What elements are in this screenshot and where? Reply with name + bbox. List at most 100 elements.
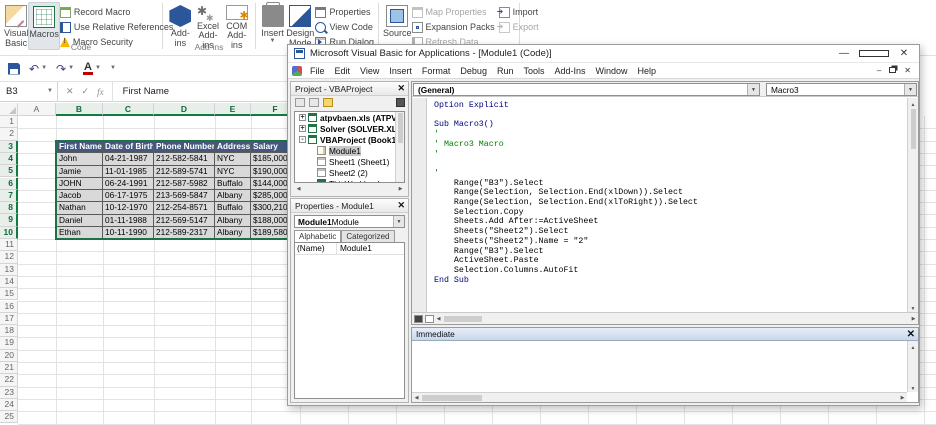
select-all-corner[interactable] [0, 103, 18, 116]
full-module-view-button[interactable] [425, 315, 434, 323]
table-cell[interactable]: NYC [215, 166, 251, 178]
row-header-7[interactable]: 7 [0, 190, 18, 202]
row-header-22[interactable]: 22 [0, 374, 18, 386]
project-tree-item[interactable]: Sheet2 (2) [295, 167, 404, 178]
table-header-cell[interactable]: Address [215, 141, 251, 153]
properties-button[interactable]: Properties [315, 6, 374, 18]
name-box[interactable]: B3 ▼ [0, 82, 58, 102]
menu-addins[interactable]: Add-Ins [549, 66, 590, 76]
project-tree-item[interactable]: Sheet1 (Sheet1) [295, 156, 404, 167]
close-button[interactable]: ✕ [889, 45, 919, 63]
row-header-9[interactable]: 9 [0, 214, 18, 226]
code-vscrollbar[interactable]: ▲ ▼ [907, 98, 918, 312]
row-header-11[interactable]: 11 [0, 239, 18, 251]
row-header-16[interactable]: 16 [0, 301, 18, 313]
close-icon[interactable]: ✕ [397, 200, 405, 211]
menu-debug[interactable]: Debug [455, 66, 492, 76]
row-header-8[interactable]: 8 [0, 202, 18, 214]
table-cell[interactable]: 06-24-1991 [103, 178, 154, 190]
table-cell[interactable]: 11-01-1985 [103, 166, 154, 178]
tree-expander-icon[interactable]: + [299, 114, 306, 121]
hscroll-thumb[interactable] [422, 395, 482, 401]
scroll-right-icon[interactable]: ▶ [898, 395, 907, 401]
table-header-cell[interactable]: Phone Number [154, 141, 215, 153]
table-cell[interactable]: NYC [215, 153, 251, 165]
minimize-button[interactable]: — [829, 45, 859, 63]
row-header-23[interactable]: 23 [0, 387, 18, 399]
design-mode-button[interactable]: Design Mode [285, 2, 315, 50]
table-header-cell[interactable]: First Name [56, 141, 103, 153]
table-cell[interactable]: 06-17-1975 [103, 190, 154, 202]
table-cell[interactable]: Nathan [56, 202, 103, 214]
table-cell[interactable]: Albany [215, 190, 251, 202]
scroll-right-icon[interactable]: ▶ [396, 186, 405, 192]
row-header-24[interactable]: 24 [0, 399, 18, 411]
table-cell[interactable]: Jacob [56, 190, 103, 202]
mdi-close-button[interactable]: ✕ [904, 66, 911, 75]
properties-panel-header[interactable]: Properties - Module1 ✕ [291, 199, 408, 213]
use-relative-references-button[interactable]: Use Relative References [60, 21, 174, 33]
view-code-button[interactable]: View Code [315, 21, 374, 33]
project-tree-item[interactable]: +atpvbaen.xls (ATPVBAEN [295, 112, 404, 123]
map-properties-button[interactable]: Map Properties [412, 6, 495, 18]
import-button[interactable]: Import [499, 6, 539, 18]
procedure-dropdown[interactable]: Macro3 ▼ [766, 83, 917, 96]
insert-control-button[interactable]: Insert ▼ [260, 2, 285, 50]
scroll-left-icon[interactable]: ◀ [434, 316, 443, 322]
immediate-hscrollbar[interactable]: ◀ ▶ [412, 392, 907, 402]
confirm-entry-icon[interactable]: ✓ [82, 86, 90, 97]
save-button[interactable] [8, 63, 20, 75]
hscroll-thumb[interactable] [444, 316, 482, 322]
row-header-25[interactable]: 25 [0, 411, 18, 423]
tree-expander-icon[interactable]: + [299, 125, 306, 132]
menu-window[interactable]: Window [591, 66, 633, 76]
table-cell[interactable]: Buffalo [215, 178, 251, 190]
vba-title-bar[interactable]: Microsoft Visual Basic for Applications … [288, 45, 919, 63]
table-cell[interactable]: 04-21-1987 [103, 153, 154, 165]
tab-categorized[interactable]: Categorized [341, 230, 394, 242]
row-header-21[interactable]: 21 [0, 362, 18, 374]
project-tree-hscrollbar[interactable]: ◀ ▶ [294, 184, 405, 194]
scroll-left-icon[interactable]: ◀ [294, 186, 303, 192]
data-table[interactable]: First NameDate of BirthPhone NumberAddre… [56, 141, 300, 239]
expansion-packs-button[interactable]: Expansion Packs [412, 21, 495, 33]
code-editor[interactable]: Option Explicit Sub Macro3()'' Macro3 Ma… [412, 98, 918, 312]
menu-file[interactable]: File [305, 66, 330, 76]
table-cell[interactable]: 10-12-1970 [103, 202, 154, 214]
undo-button[interactable]: ↶▼ [29, 64, 47, 74]
font-color-button[interactable]: A▼ [83, 62, 101, 75]
menu-run[interactable]: Run [492, 66, 519, 76]
close-icon[interactable]: ✕ [397, 83, 405, 94]
project-panel-header[interactable]: Project - VBAProject ✕ [291, 82, 408, 96]
menu-insert[interactable]: Insert [384, 66, 417, 76]
row-header-20[interactable]: 20 [0, 350, 18, 362]
row-header-6[interactable]: 6 [0, 178, 18, 190]
menu-help[interactable]: Help [633, 66, 662, 76]
properties-grid[interactable]: (Name)Module1 [294, 242, 405, 399]
table-cell[interactable]: 212-254-8571 [154, 202, 215, 214]
project-tree-vscrollbar[interactable] [395, 112, 404, 182]
column-header-D[interactable]: D [154, 103, 215, 116]
menu-view[interactable]: View [355, 66, 384, 76]
table-cell[interactable]: 212-587-5982 [154, 178, 215, 190]
row-header-10[interactable]: 10 [0, 227, 18, 239]
object-selector[interactable]: Module1 Module ▼ [294, 215, 405, 228]
table-cell[interactable]: 01-11-1988 [103, 215, 154, 227]
table-cell[interactable]: 212-589-2317 [154, 227, 215, 239]
property-row[interactable]: (Name)Module1 [295, 243, 404, 255]
formula-bar-input[interactable]: First Name [113, 86, 169, 97]
table-cell[interactable]: Albany [215, 227, 251, 239]
row-header-12[interactable]: 12 [0, 251, 18, 263]
table-cell[interactable]: 213-569-5847 [154, 190, 215, 202]
source-button[interactable]: Source [383, 2, 412, 50]
project-tree-item[interactable]: -VBAProject (Book1) [295, 134, 404, 145]
view-code-tool-icon[interactable] [295, 98, 305, 107]
column-header-B[interactable]: B [56, 103, 103, 116]
tree-expander-icon[interactable]: - [299, 136, 306, 143]
scroll-down-icon[interactable]: ▼ [911, 386, 916, 392]
table-header-cell[interactable]: Date of Birth [103, 141, 154, 153]
table-cell[interactable]: Buffalo [215, 202, 251, 214]
immediate-header[interactable]: Immediate ✕ [412, 328, 918, 341]
table-cell[interactable]: Ethan [56, 227, 103, 239]
toggle-folders-icon[interactable] [323, 98, 333, 107]
